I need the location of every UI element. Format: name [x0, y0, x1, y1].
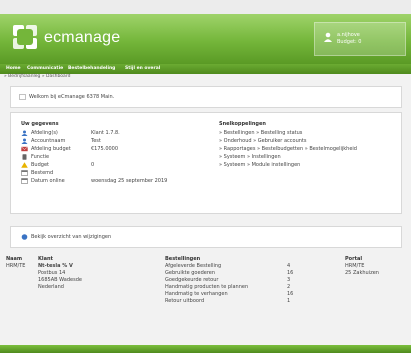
account-label-bestemd: Bestemd: [31, 170, 54, 176]
breadcrumb[interactable]: » Bedrijfsaanleg » Dashboard: [4, 74, 70, 79]
account-section-title: Uw gegevens: [21, 121, 59, 127]
phone-icon: [22, 154, 27, 160]
order-label: Afgeleverde Bestelling: [165, 263, 222, 269]
calendar-icon: [21, 170, 28, 176]
account-label-afdeling-budget: Afdeling budget: [31, 146, 71, 152]
user-box[interactable]: a.nijhove Budget: 0: [314, 22, 406, 56]
naam-heading: Naam: [6, 256, 23, 262]
account-value-afdeling: Klant 1.7.8.: [91, 130, 120, 136]
user-icon: [324, 32, 332, 42]
order-label: Handmatig producten te plannen: [165, 284, 249, 290]
welcome-panel: Welkom bij eCmanage 6378 Main.: [10, 86, 402, 108]
account-value-accountnaam: Test: [91, 138, 101, 144]
account-label-budget: Budget: [31, 162, 49, 168]
account-label-afdeling: Afdeling(s): [31, 130, 58, 136]
account-label-datum-online: Datum online: [31, 178, 65, 184]
order-label: Retour uitboord: [165, 298, 205, 304]
calendar-icon: [21, 178, 28, 184]
klant-heading: Klant: [38, 256, 53, 262]
ecmanage-logo-icon: [13, 25, 37, 49]
menu-item-communicatie[interactable]: Communicatie: [27, 66, 63, 71]
warning-icon: [21, 162, 28, 168]
naam-value: HRM/TE: [6, 263, 26, 269]
menu-item-bestelbehandeling[interactable]: Bestelbehandeling: [68, 66, 115, 71]
shortcuts-section-title: Snelkoppelingen: [219, 121, 266, 127]
order-value: 2: [287, 284, 291, 290]
brand-name: ecmanage: [44, 29, 121, 46]
order-label: Handmatig te verhangen: [165, 291, 228, 297]
welcome-text: Welkom bij eCmanage 6378 Main.: [29, 94, 115, 100]
shortcut-gebruiker-accounts[interactable]: » Onderhoud » Gebruiker accounts: [219, 138, 306, 144]
page-footer-bar: [0, 345, 411, 353]
account-value-datum-online: woensdag 25 september 2019: [91, 178, 168, 184]
klant-line: 1685AB Wadesde: [38, 277, 82, 283]
overview-panel: Uw gegevens Afdeling(s) Klant 1.7.8. Acc…: [10, 112, 402, 214]
shortcut-bestelling-status[interactable]: » Bestellingen » Bestelling status: [219, 130, 302, 136]
info-icon: [21, 234, 28, 240]
menu-item-stijl[interactable]: Stijl en overal: [125, 66, 160, 71]
user-icon: [21, 130, 28, 136]
account-label-accountnaam: Accountnaam: [31, 138, 66, 144]
user-icon: [21, 138, 28, 144]
changes-link[interactable]: Bekijk overzicht van wijzigingen: [31, 234, 111, 240]
klant-line: Nederland: [38, 284, 64, 290]
browser-top-strip: [0, 0, 411, 14]
envelope-icon: [21, 146, 28, 152]
page-icon: [19, 94, 26, 100]
main-menu: Home Communicatie Bestelbehandeling Stij…: [0, 64, 411, 74]
portal-line: HRM/TE: [345, 263, 365, 269]
bestellingen-heading: Bestellingen: [165, 256, 201, 262]
order-value: 16: [287, 270, 294, 276]
account-value-budget: 0: [91, 162, 95, 168]
account-value-afdeling-budget: €175.0000: [91, 146, 119, 152]
changes-panel: Bekijk overzicht van wijzigingen: [10, 226, 402, 248]
order-label: Goedgekeurde retour: [165, 277, 219, 283]
klant-line: Postbus 14: [38, 270, 66, 276]
shortcut-instellingen[interactable]: » Systeem » Instellingen: [219, 154, 281, 160]
account-label-functie: Functie: [31, 154, 50, 160]
klant-line: Nt-tesla % V: [38, 263, 73, 269]
order-value: 4: [287, 263, 291, 269]
shortcut-module-instellingen[interactable]: » Systeem » Module instellingen: [219, 162, 300, 168]
portal-line: 25 Zakhuizen: [345, 270, 379, 276]
order-value: 16: [287, 291, 294, 297]
shortcut-rapportages[interactable]: » Rapportages » Bestelbudgetten » Bestel…: [219, 146, 357, 152]
order-value: 1: [287, 298, 291, 304]
menu-item-home[interactable]: Home: [6, 66, 21, 71]
user-name[interactable]: a.nijhove: [337, 32, 360, 38]
order-value: 3: [287, 277, 291, 283]
user-budget: Budget: 0: [337, 39, 362, 45]
order-label: Gebruikte goederen: [165, 270, 216, 276]
portal-heading: Portal: [345, 256, 363, 262]
